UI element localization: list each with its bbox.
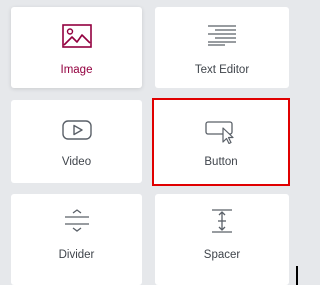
widget-label: Button <box>204 156 238 168</box>
image-icon <box>11 24 142 48</box>
video-play-icon <box>11 120 142 140</box>
widget-video[interactable]: Video <box>11 100 142 183</box>
divider-icon <box>11 209 142 233</box>
widget-label: Spacer <box>203 249 241 261</box>
widget-spacer[interactable]: Spacer <box>155 194 289 285</box>
widget-button[interactable]: Button <box>152 98 290 186</box>
widget-text-editor[interactable]: Text Editor <box>155 7 289 88</box>
widget-image[interactable]: Image <box>11 7 142 88</box>
spacer-icon <box>155 209 289 233</box>
button-cursor-icon <box>154 120 288 144</box>
widget-label: Divider <box>58 249 95 261</box>
widget-label: Image <box>60 64 93 76</box>
text-editor-icon <box>155 24 289 46</box>
widget-label: Text Editor <box>194 64 250 76</box>
widget-label: Video <box>61 156 92 168</box>
widget-divider[interactable]: Divider <box>11 194 142 285</box>
edge-marker <box>296 266 298 285</box>
